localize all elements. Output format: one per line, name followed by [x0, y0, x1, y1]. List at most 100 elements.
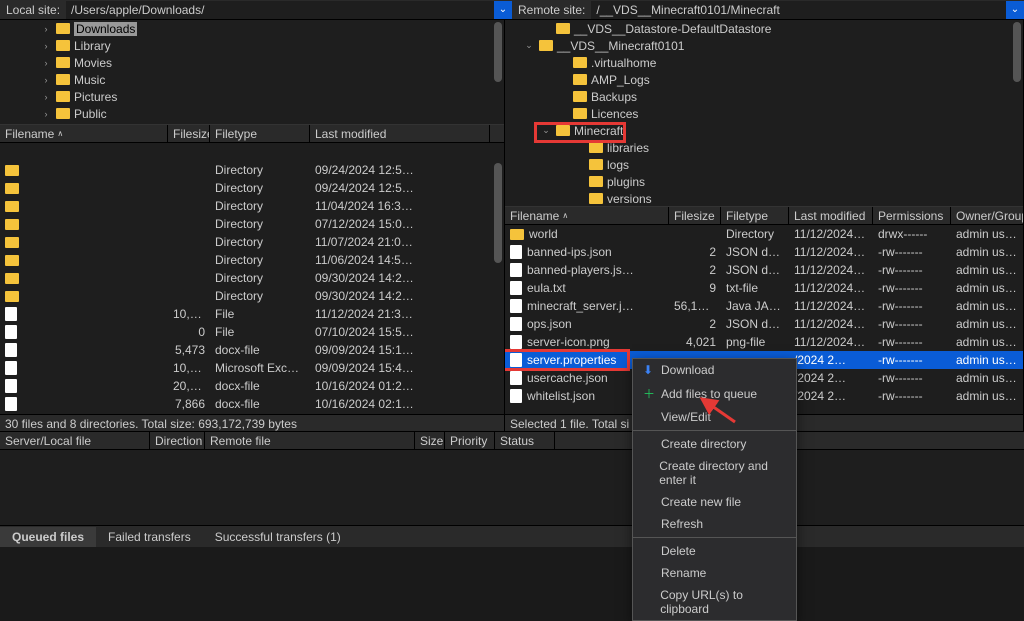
tree-item[interactable]: AMP_Logs	[505, 71, 1023, 88]
tree-item[interactable]: ›Pictures	[0, 88, 504, 105]
folder-icon	[56, 23, 70, 34]
tree-label: libraries	[607, 141, 649, 155]
tree-label: .virtualhome	[591, 56, 656, 70]
list-item[interactable]: 7,866docx-file10/16/2024 02:1…	[0, 395, 504, 413]
list-item[interactable]: 10,429Microsoft Excel …09/09/2024 15:4…	[0, 359, 504, 377]
list-item[interactable]: Directory11/07/2024 21:0…	[0, 233, 504, 251]
list-item[interactable]: Directory11/06/2024 14:5…	[0, 251, 504, 269]
add-queue-icon: ＋	[643, 385, 655, 402]
tree-label: __VDS__Minecraft0101	[557, 39, 684, 53]
tree-item[interactable]: ›Public	[0, 105, 504, 122]
context-menu: ⬇Download ＋Add files to queue View/Edit …	[632, 358, 797, 621]
file-icon	[510, 263, 522, 277]
ctx-download[interactable]: ⬇Download	[633, 359, 796, 381]
tree-item[interactable]: __VDS__Datastore-DefaultDatastore	[505, 20, 1023, 37]
ctx-create-dir[interactable]: Create directory	[633, 433, 796, 455]
tree-item[interactable]: Licences	[505, 105, 1023, 122]
list-item[interactable]: Directory09/30/2024 14:2…	[0, 269, 504, 287]
tree-item[interactable]: ⌄ __VDS__Minecraft0101	[505, 37, 1023, 54]
list-item[interactable]: Directory11/04/2024 16:3…	[0, 197, 504, 215]
list-item[interactable]: Directory09/24/2024 12:5…	[0, 161, 504, 179]
tree-item[interactable]: .virtualhome	[505, 54, 1023, 71]
tab-queued[interactable]: Queued files	[0, 527, 96, 547]
expander-icon[interactable]: ⌄	[523, 40, 535, 51]
list-item[interactable]: server-icon.png4,021png-file11/12/2024 2…	[505, 333, 1023, 351]
list-item[interactable]: banned-ips.json2JSON doc…11/12/2024 2…-r…	[505, 243, 1023, 261]
tab-success[interactable]: Successful transfers (1)	[203, 527, 353, 547]
list-item[interactable]: worldDirectory11/12/2024 2…drwx------adm…	[505, 225, 1023, 243]
tree-item[interactable]: › Library	[0, 37, 504, 54]
local-list-header[interactable]: Filename∧ Filesize Filetype Last modifie…	[0, 125, 504, 143]
ctx-add-queue[interactable]: ＋Add files to queue	[633, 381, 796, 406]
folder-icon	[56, 57, 70, 68]
expander-icon[interactable]: ›	[40, 58, 52, 68]
ctx-rename[interactable]: Rename	[633, 562, 796, 584]
tree-item[interactable]: ⌄Minecraft	[505, 122, 1023, 139]
local-file-list[interactable]: Directory09/24/2024 12:5…Directory09/24/…	[0, 143, 504, 414]
expander-icon[interactable]: ›	[40, 24, 52, 34]
expander-icon[interactable]: ⌄	[540, 125, 552, 136]
ctx-delete[interactable]: Delete	[633, 540, 796, 562]
list-item[interactable]: 20,275docx-file10/16/2024 01:2…	[0, 377, 504, 395]
tree-item[interactable]: Backups	[505, 88, 1023, 105]
expander-icon[interactable]: ›	[40, 75, 52, 85]
list-item[interactable]: eula.txt9txt-file11/12/2024 2…-rw-------…	[505, 279, 1023, 297]
tree-item[interactable]: plugins	[505, 173, 1023, 190]
tree-label: Licences	[591, 107, 638, 121]
ctx-new-file[interactable]: Create new file	[633, 491, 796, 513]
ctx-view-edit[interactable]: View/Edit	[633, 406, 796, 428]
folder-icon	[5, 291, 19, 302]
local-site-input[interactable]	[66, 1, 494, 19]
remote-site-dropdown[interactable]: ⌄	[1006, 1, 1024, 19]
tree-item[interactable]: logs	[505, 156, 1023, 173]
scrollbar[interactable]	[494, 163, 502, 263]
scrollbar[interactable]	[1013, 22, 1021, 82]
ctx-copy-url[interactable]: Copy URL(s) to clipboard	[633, 584, 796, 620]
ctx-refresh[interactable]: Refresh	[633, 513, 796, 535]
file-icon	[5, 343, 17, 357]
queue-body[interactable]	[0, 450, 1024, 525]
expander-icon[interactable]: ›	[40, 92, 52, 102]
tree-item[interactable]: ›Movies	[0, 54, 504, 71]
tree-item[interactable]: ›Music	[0, 71, 504, 88]
local-tree[interactable]: › Downloads › Library›Movies›Music›Pictures…	[0, 20, 504, 125]
tree-item[interactable]: versions	[505, 190, 1023, 207]
remote-list-header[interactable]: Filename∧ Filesize Filetype Last modifie…	[505, 207, 1023, 225]
scrollbar[interactable]	[494, 22, 502, 82]
queue-header[interactable]: Server/Local file Direction Remote file …	[0, 432, 1024, 450]
expander-icon[interactable]: ›	[40, 109, 52, 119]
remote-site-input[interactable]	[591, 1, 1006, 19]
ctx-create-dir-enter[interactable]: Create directory and enter it	[633, 455, 796, 491]
list-item[interactable]: Directory09/24/2024 12:5…	[0, 179, 504, 197]
file-icon	[5, 307, 17, 321]
list-item[interactable]: Directory07/12/2024 15:0…	[0, 215, 504, 233]
tree-item[interactable]: › Downloads	[0, 20, 504, 37]
tree-label: Library	[74, 39, 111, 53]
file-icon	[510, 281, 522, 295]
file-icon	[5, 325, 17, 339]
folder-icon	[573, 57, 587, 68]
tree-item[interactable]: libraries	[505, 139, 1023, 156]
list-item[interactable]: 0File07/10/2024 15:5…	[0, 323, 504, 341]
folder-icon	[589, 159, 603, 170]
local-status: 30 files and 8 directories. Total size: …	[0, 414, 504, 432]
transfer-tabs: Queued files Failed transfers Successful…	[0, 525, 1024, 547]
list-item[interactable]: banned-players.js…2JSON doc…11/12/2024 2…	[505, 261, 1023, 279]
remote-tree[interactable]: __VDS__Datastore-DefaultDatastore ⌄ __VDS_…	[505, 20, 1023, 207]
local-site-dropdown[interactable]: ⌄	[494, 1, 512, 19]
file-icon	[510, 335, 522, 349]
expander-icon[interactable]: ›	[40, 41, 52, 51]
list-item[interactable]: Directory09/30/2024 14:2…	[0, 287, 504, 305]
tree-label: logs	[607, 158, 629, 172]
list-item[interactable]	[0, 143, 504, 161]
list-item[interactable]: 5,473docx-file09/09/2024 15:1…	[0, 341, 504, 359]
list-item[interactable]: 10,244File11/12/2024 21:3…	[0, 305, 504, 323]
list-item[interactable]: minecraft_server.j…56,122,0…Java JAR …11…	[505, 297, 1023, 315]
tab-failed[interactable]: Failed transfers	[96, 527, 203, 547]
list-item[interactable]: ops.json2JSON doc…11/12/2024 2…-rw------…	[505, 315, 1023, 333]
folder-icon	[573, 91, 587, 102]
folder-icon	[510, 229, 524, 240]
file-icon	[5, 397, 17, 411]
file-icon	[510, 317, 522, 331]
tree-label: Downloads	[74, 22, 137, 36]
